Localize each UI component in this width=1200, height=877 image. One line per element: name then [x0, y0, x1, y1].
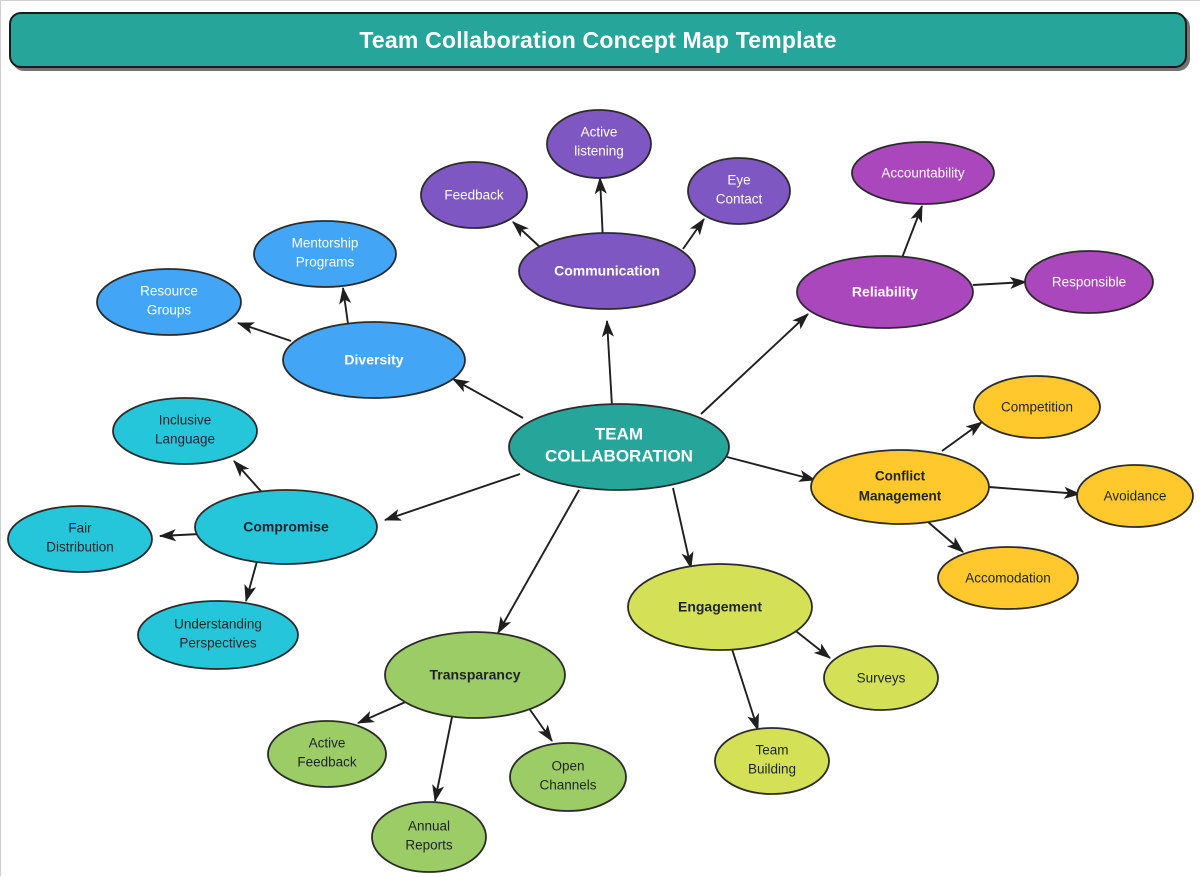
node-shape[interactable] — [384, 631, 566, 719]
node-diversity[interactable]: Diversity — [282, 321, 466, 399]
edge-transparancy-to-annual-reports — [432, 711, 454, 803]
node-active-feedback[interactable]: Active Feedback — [267, 720, 387, 788]
node-avoidance[interactable]: Avoidance — [1076, 464, 1194, 528]
node-transparancy[interactable]: Transparancy — [384, 631, 566, 719]
node-shape[interactable] — [1076, 464, 1194, 528]
edge-root-to-diversity — [452, 378, 524, 419]
edge-communication-to-active-listening — [594, 176, 607, 242]
node-conflict-management[interactable]: Conflict Management — [810, 449, 990, 525]
node-shape[interactable] — [371, 801, 487, 873]
edge-root-to-transparancy — [497, 489, 580, 634]
node-shape[interactable] — [937, 546, 1079, 610]
edge-reliability-to-accountability — [899, 204, 923, 264]
node-shape[interactable] — [546, 109, 652, 179]
concept-map-page: Team Collaboration Concept Map Template — [0, 0, 1200, 876]
edge-compromise-to-fair-distribution — [158, 529, 201, 542]
edge-transparancy-to-active-feedback — [356, 699, 411, 724]
edge-root-to-compromise — [383, 473, 521, 521]
node-resource-groups[interactable]: Resource Groups — [96, 268, 242, 336]
node-shape[interactable] — [96, 268, 242, 336]
node-inclusive-language[interactable]: Inclusive Language — [112, 397, 258, 465]
node-annual-reports[interactable]: Annual Reports — [371, 801, 487, 873]
edge-conflict-to-competition — [941, 421, 983, 452]
node-shape[interactable] — [851, 141, 995, 205]
node-shape[interactable] — [112, 397, 258, 465]
edge-communication-to-eye-contact — [682, 218, 705, 250]
node-shape[interactable] — [796, 255, 974, 329]
node-active-listening[interactable]: Active listening — [546, 109, 652, 179]
node-communication[interactable]: Communication — [518, 232, 696, 310]
node-shape[interactable] — [973, 375, 1101, 439]
edge-communication-to-feedback — [512, 221, 542, 249]
edge-engagement-to-surveys — [791, 627, 831, 659]
node-shape[interactable] — [810, 449, 990, 525]
node-eye-contact[interactable]: Eye Contact — [687, 157, 791, 225]
node-shape[interactable] — [420, 161, 528, 229]
node-team-building[interactable]: Team Building — [714, 727, 830, 795]
node-shape[interactable] — [687, 157, 791, 225]
node-accomodation[interactable]: Accomodation — [937, 546, 1079, 610]
node-competition[interactable]: Competition — [973, 375, 1101, 439]
node-team-collaboration[interactable]: TEAM COLLABORATION — [508, 403, 730, 491]
node-compromise[interactable]: Compromise — [194, 489, 378, 565]
edge-conflict-to-avoidance — [988, 486, 1082, 499]
node-feedback[interactable]: Feedback — [420, 161, 528, 229]
node-fair-distribution[interactable]: Fair Distribution — [7, 505, 153, 573]
edge-reliability-to-responsible — [972, 276, 1028, 289]
edge-root-to-communication — [601, 319, 615, 407]
node-shape[interactable] — [253, 220, 397, 288]
edge-root-to-conflict-management — [726, 456, 817, 482]
node-mentorship-programs[interactable]: Mentorship Programs — [253, 220, 397, 288]
edge-root-to-engagement — [672, 487, 694, 570]
node-shape[interactable] — [194, 489, 378, 565]
node-engagement[interactable]: Engagement — [627, 563, 813, 651]
node-shape[interactable] — [518, 232, 696, 310]
node-responsible[interactable]: Responsible — [1024, 250, 1154, 314]
node-shape[interactable] — [137, 600, 299, 670]
node-shape[interactable] — [282, 321, 466, 399]
node-shape[interactable] — [823, 645, 939, 711]
node-understanding-perspectives[interactable]: Understanding Perspectives — [137, 600, 299, 670]
edge-conflict-to-accomodation — [927, 521, 964, 553]
node-open-channels[interactable]: Open Channels — [509, 742, 627, 812]
node-shape[interactable] — [508, 403, 730, 491]
node-shape[interactable] — [714, 727, 830, 795]
node-surveys[interactable]: Surveys — [823, 645, 939, 711]
node-shape[interactable] — [1024, 250, 1154, 314]
node-accountability[interactable]: Accountability — [851, 141, 995, 205]
edge-engagement-to-team-building — [730, 645, 759, 732]
edge-root-to-reliability — [700, 313, 809, 415]
edge-diversity-to-resource-groups — [236, 322, 292, 342]
node-shape[interactable] — [627, 563, 813, 651]
node-reliability[interactable]: Reliability — [796, 255, 974, 329]
concept-map-canvas: TEAM COLLABORATION Communication Active … — [7, 109, 1194, 873]
node-shape[interactable] — [509, 742, 627, 812]
node-shape[interactable] — [267, 720, 387, 788]
node-shape[interactable] — [7, 505, 153, 573]
